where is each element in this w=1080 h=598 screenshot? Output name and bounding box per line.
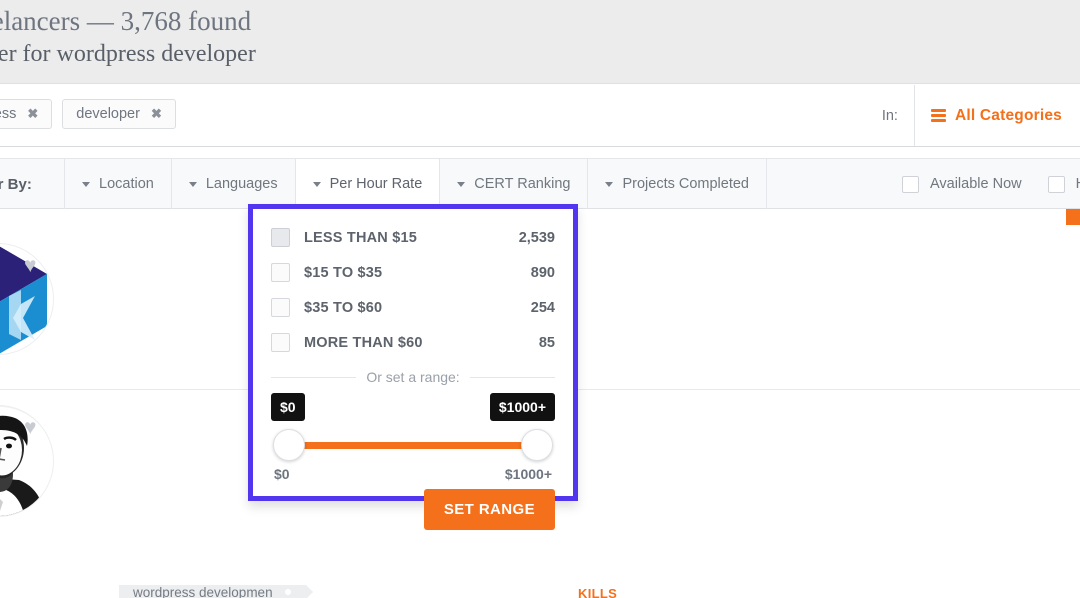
filter-checkbox-list: Available Now Has Por [901, 159, 1080, 209]
rate-option-count: 85 [538, 334, 555, 351]
search-tag[interactable]: rdpress ✖ [0, 99, 53, 129]
favorite-heart-icon[interactable]: ♥ [24, 417, 36, 438]
search-bar: rdpress ✖ developer ✖ In: All Categories [0, 85, 1080, 232]
favorite-heart-icon[interactable]: ♥ [24, 255, 36, 276]
rate-option-count: 2,539 [518, 229, 555, 246]
filter-tab-projects-completed[interactable]: Projects Completed [587, 159, 767, 209]
rate-option-more-than-60[interactable]: MORE THAN $60 85 [271, 328, 555, 357]
divider [913, 85, 915, 146]
rate-option-less-than-15[interactable]: LESS THAN $15 2,539 [271, 223, 555, 252]
checkbox-has-portfolio[interactable]: Has Por [1047, 175, 1080, 193]
slider-track[interactable] [289, 442, 537, 449]
rate-option-35-to-60[interactable]: $35 TO $60 254 [271, 293, 555, 322]
avatar[interactable]: ♥ [0, 405, 54, 517]
skill-tag-dot [284, 589, 291, 595]
divider [469, 376, 556, 378]
filter-tab-label: Location [99, 176, 154, 192]
close-icon[interactable]: ✖ [151, 106, 162, 122]
checkbox-label: Has Por [1076, 176, 1080, 192]
in-label: In: [881, 107, 898, 124]
page-subtitle: a freelancer for wordpress developer [0, 41, 256, 67]
price-range-slider[interactable]: $0 $1000+ $0 $1000+ SET RANGE [271, 393, 555, 530]
checkbox-box[interactable] [271, 263, 290, 282]
page-title: ated Freelancers — 3,768 found [0, 6, 252, 36]
filter-tab-per-hour-rate[interactable]: Per Hour Rate [294, 159, 440, 209]
list-icon [930, 109, 946, 122]
page-header: ated Freelancers — 3,768 found a freelan… [0, 0, 1080, 84]
filter-tab-languages[interactable]: Languages [170, 159, 295, 209]
checkbox-box[interactable] [1047, 175, 1065, 193]
filter-tab-label: Languages [205, 176, 278, 192]
filter-by-label: ilter By: [0, 175, 32, 193]
filter-tab-list: Location Languages Per Hour Rate CERT Ra… [64, 159, 767, 209]
filter-tab-location[interactable]: Location [64, 159, 171, 209]
checkbox-label: Available Now [929, 176, 1022, 192]
chevron-down-icon [82, 181, 90, 187]
checkbox-available-now[interactable]: Available Now [901, 175, 1022, 193]
close-icon[interactable]: ✖ [27, 106, 38, 122]
checkbox-box[interactable] [271, 228, 290, 247]
rate-option-label: $15 TO $35 [304, 264, 383, 281]
chevron-down-icon [188, 181, 197, 187]
dropdown-content: LESS THAN $15 2,539 $15 TO $35 890 $35 T… [253, 209, 573, 530]
per-hour-rate-dropdown: LESS THAN $15 2,539 $15 TO $35 890 $35 T… [248, 204, 578, 530]
search-tag-label: rdpress [0, 106, 17, 122]
filter-tab-label: CERT Ranking [474, 176, 571, 192]
rate-option-label: $35 TO $60 [304, 299, 383, 316]
chevron-down-icon [605, 181, 614, 187]
all-categories-button[interactable]: All Categories [930, 106, 1062, 125]
filter-bar: ilter By: Location Languages Per Hour Ra… [0, 158, 1080, 209]
or-set-range-separator: Or set a range: [271, 369, 556, 385]
rate-option-count: 254 [530, 299, 555, 316]
search-tag-list: rdpress ✖ developer ✖ [0, 99, 176, 129]
skill-tag-label: wordpress developmen [133, 584, 273, 598]
avatar[interactable]: ♥ [0, 243, 54, 355]
filter-tab-label: Projects Completed [622, 176, 749, 192]
more-skills-link[interactable]: KILLS [578, 586, 617, 598]
slider-handle-min[interactable] [273, 429, 305, 461]
search-results-page: ated Freelancers — 3,768 found a freelan… [0, 0, 1080, 598]
search-tag-label: developer [76, 106, 140, 122]
set-range-button[interactable]: SET RANGE [423, 489, 555, 530]
search-tag[interactable]: developer ✖ [62, 99, 176, 129]
rate-option-label: LESS THAN $15 [304, 229, 417, 246]
rate-option-15-to-35[interactable]: $15 TO $35 890 [271, 258, 555, 287]
divider [271, 376, 357, 378]
category-label: All Categories [954, 106, 1062, 124]
checkbox-box[interactable] [271, 333, 290, 352]
slider-max-tooltip: $1000+ [489, 393, 555, 421]
category-selector: In: All Categories [882, 85, 1062, 146]
checkbox-box[interactable] [901, 175, 919, 193]
slider-handle-max[interactable] [521, 429, 553, 461]
slider-min-label: $0 [274, 466, 290, 482]
slider-max-label: $1000+ [504, 466, 552, 482]
chevron-down-icon [312, 181, 321, 187]
chevron-down-icon [457, 181, 466, 187]
filter-tab-label: Per Hour Rate [329, 176, 423, 192]
rate-option-count: 890 [530, 264, 555, 281]
rate-option-label: MORE THAN $60 [304, 334, 423, 351]
checkbox-box[interactable] [271, 298, 290, 317]
filter-tab-cert-ranking[interactable]: CERT Ranking [439, 159, 587, 209]
slider-min-tooltip: $0 [271, 393, 305, 421]
or-set-range-label: Or set a range: [366, 369, 460, 385]
